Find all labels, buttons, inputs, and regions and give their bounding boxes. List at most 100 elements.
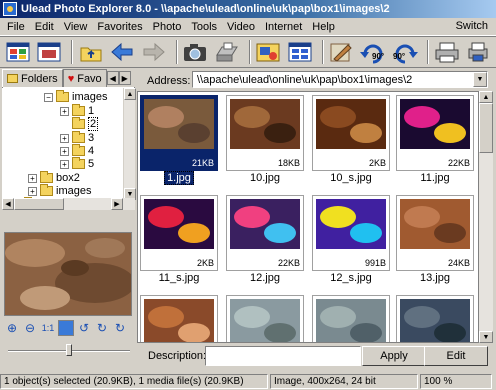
tab-folders-label: Folders <box>21 72 58 85</box>
menu-tools[interactable]: Tools <box>186 21 222 33</box>
back-button[interactable] <box>109 39 137 65</box>
tree-vertical-scrollbar[interactable]: ▲ ▼ <box>123 88 136 200</box>
zoom-slider-thumb[interactable] <box>66 344 72 356</box>
expand-icon[interactable]: + <box>60 106 69 116</box>
thumbnail-item[interactable]: 21KB 1.jpg <box>140 95 222 186</box>
menu-favorites[interactable]: Favorites <box>92 21 147 33</box>
tree-item-images-2[interactable]: + images <box>28 184 91 197</box>
tree-item-2[interactable]: 2 <box>72 117 99 131</box>
zoom-out-icon[interactable]: ⊖ <box>22 320 38 336</box>
thumbnail-frame[interactable]: 991B <box>312 195 390 271</box>
print-button[interactable] <box>433 39 461 65</box>
chevron-down-icon[interactable]: ▼ <box>473 72 487 87</box>
thumbnail-item[interactable]: 22KB 11.jpg <box>396 95 478 186</box>
thumbnail-frame[interactable] <box>312 295 390 342</box>
thumbnail-item[interactable]: 2KB 10_s.jpg <box>312 95 394 186</box>
thumbnail-frame[interactable] <box>396 295 474 342</box>
scroll-up-icon[interactable]: ▲ <box>124 88 136 100</box>
tree-item-1[interactable]: + 1 <box>60 104 94 117</box>
refresh-icon[interactable]: ↻ <box>112 320 128 336</box>
expand-icon[interactable]: + <box>60 159 69 169</box>
camera-icon <box>184 44 207 61</box>
description-input[interactable] <box>205 346 361 366</box>
thumbnail-image <box>144 199 214 249</box>
thumbnail-frame[interactable] <box>140 295 218 342</box>
thumbnail-item[interactable]: 2KB 11_s.jpg <box>140 195 222 286</box>
scroll-thumb[interactable] <box>14 198 64 210</box>
thumbnail-item[interactable]: 991B 12_s.jpg <box>312 195 394 286</box>
fit-image-icon[interactable] <box>58 320 74 336</box>
up-folder-button[interactable] <box>77 39 105 65</box>
tab-favorites[interactable]: ♥ Favo <box>62 69 107 87</box>
zoom-in-icon[interactable]: ⊕ <box>4 320 20 336</box>
thumbnail-frame[interactable]: 22KB <box>396 95 474 171</box>
edit-photo-button[interactable] <box>328 39 356 65</box>
tab-scroll-left[interactable]: ◀ <box>106 71 119 85</box>
thumbnail-frame[interactable]: 18KB <box>226 95 304 171</box>
menu-video[interactable]: Video <box>222 21 260 33</box>
actual-size-icon[interactable]: 1:1 <box>40 320 56 336</box>
edit-button[interactable]: Edit <box>424 346 488 366</box>
expand-icon[interactable]: + <box>60 146 69 156</box>
switch-menu[interactable]: Switch <box>456 20 488 32</box>
rotate-left-small-icon[interactable]: ↺ <box>76 320 92 336</box>
thumbnail-frame[interactable]: 2KB <box>140 195 218 271</box>
new-window-button[interactable] <box>36 39 64 65</box>
tree-item-4[interactable]: + 4 <box>60 144 94 157</box>
menu-edit[interactable]: Edit <box>30 21 59 33</box>
rotate-right-small-icon[interactable]: ↻ <box>94 320 110 336</box>
scanner-button[interactable] <box>213 39 241 65</box>
camera-button[interactable] <box>182 39 210 65</box>
address-label: Address: <box>147 75 191 87</box>
tree-item-box2[interactable]: + box2 <box>28 171 80 184</box>
address-value: \\apache\ulead\online\uk\pap\box1\images… <box>197 73 413 86</box>
menu-photo[interactable]: Photo <box>148 21 187 33</box>
grid-vertical-scrollbar[interactable]: ▲ ▼ <box>479 91 493 343</box>
tab-scroll-right[interactable]: ▶ <box>118 71 131 85</box>
print-icon <box>435 42 459 63</box>
address-input[interactable]: \\apache\ulead\online\uk\pap\box1\images… <box>192 71 488 88</box>
forward-button[interactable] <box>140 39 168 65</box>
thumbnail-item[interactable]: 22KB 12.jpg <box>226 195 308 286</box>
scroll-down-icon[interactable]: ▼ <box>479 331 493 343</box>
tree-item-5[interactable]: + 5 <box>60 157 94 170</box>
back-arrow-icon <box>111 42 133 62</box>
expand-icon[interactable]: + <box>60 133 69 143</box>
thumbnail-frame[interactable]: 24KB <box>396 195 474 271</box>
menu-internet[interactable]: Internet <box>260 21 307 33</box>
tree-horizontal-scrollbar[interactable]: ◀ ▶ <box>2 198 135 210</box>
menu-help[interactable]: Help <box>307 21 340 33</box>
print-preview-button[interactable] <box>465 39 493 65</box>
scroll-right-icon[interactable]: ▶ <box>111 198 123 210</box>
rotate-left-button[interactable]: 90° <box>359 39 387 65</box>
tree-item-3[interactable]: + 3 <box>60 131 94 144</box>
thumbnail-item[interactable]: 18KB 10.jpg <box>226 95 308 186</box>
browse-window-button[interactable] <box>4 39 32 65</box>
menu-file[interactable]: File <box>2 21 30 33</box>
tree-item-images[interactable]: − images <box>44 90 107 103</box>
thumbnail-item[interactable]: 24KB 13.jpg <box>396 195 478 286</box>
expand-icon[interactable]: + <box>28 173 37 183</box>
thumbnail-frame[interactable]: 2KB <box>312 95 390 171</box>
thumbnail-filename-text: 10.jpg <box>250 172 280 184</box>
thumbnail-frame[interactable]: 22KB <box>226 195 304 271</box>
menu-view[interactable]: View <box>59 21 93 33</box>
thumbnail-frame[interactable]: 21KB <box>140 95 218 171</box>
rotate-right-button[interactable]: 90° <box>391 39 419 65</box>
scroll-up-icon[interactable]: ▲ <box>479 91 493 103</box>
thumbnail-item[interactable] <box>226 295 308 342</box>
thumbnail-item[interactable] <box>396 295 478 342</box>
expand-icon[interactable]: + <box>28 186 37 196</box>
scroll-thumb[interactable] <box>479 103 493 153</box>
scroll-left-icon[interactable]: ◀ <box>2 198 14 210</box>
thumbnail-frame[interactable] <box>226 295 304 342</box>
up-folder-icon <box>80 47 102 62</box>
tab-folders[interactable]: Folders <box>2 69 63 87</box>
thumbnail-item[interactable] <box>312 295 394 342</box>
view-toggle-button[interactable] <box>286 39 314 65</box>
collapse-icon[interactable]: − <box>44 92 53 102</box>
folder-icon <box>72 157 85 169</box>
thumbnail-item[interactable] <box>140 295 222 342</box>
apply-button[interactable]: Apply <box>362 346 426 366</box>
slideshow-button[interactable] <box>255 39 283 65</box>
